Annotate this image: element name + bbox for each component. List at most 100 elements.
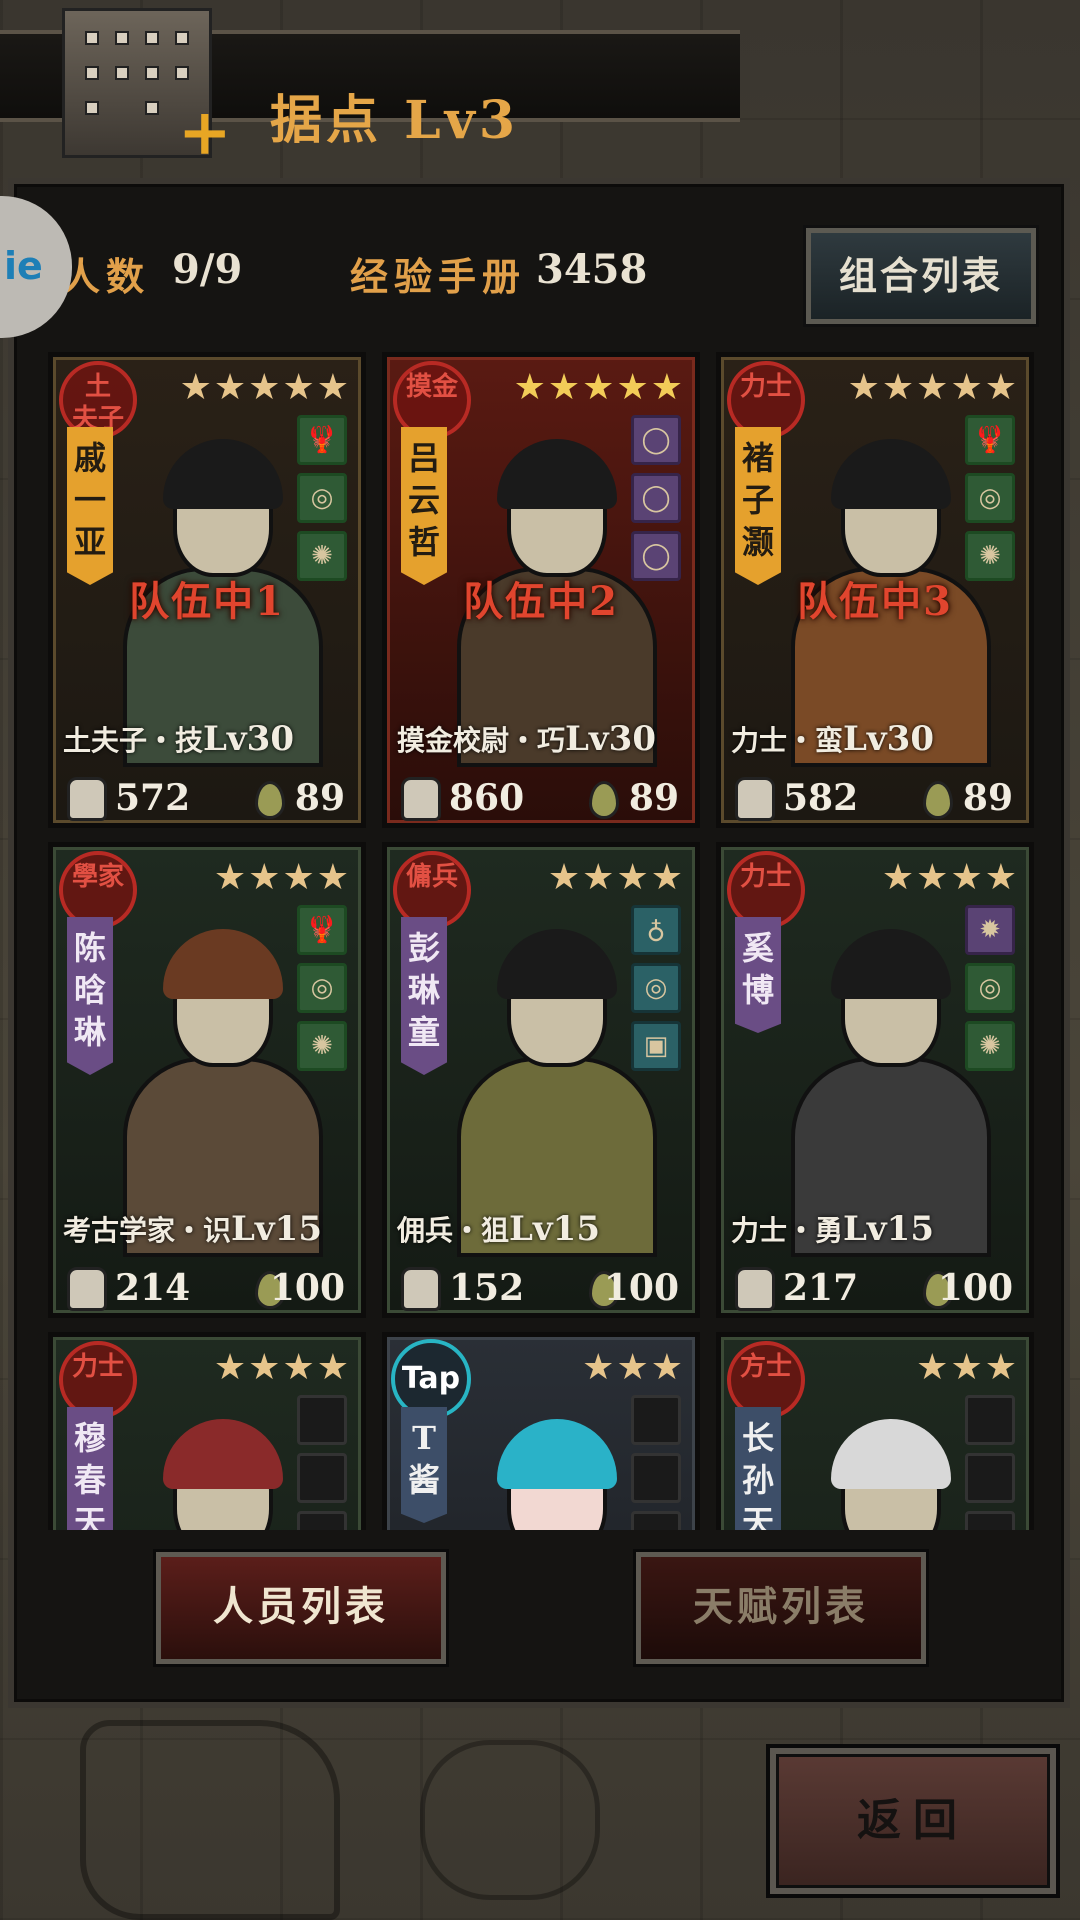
character-name: 陈晗琳 [67,917,113,1075]
stamina-drop-icon [923,781,953,819]
character-name: 戚一亚 [67,427,113,585]
class-level: 土夫子・技Lv30 [63,719,351,759]
power-value: 152 [449,1267,525,1309]
equipment-slot[interactable]: 🦞 [297,905,347,955]
equipment-slot[interactable]: ◯ [631,415,681,465]
equipment-slot[interactable] [965,1395,1015,1445]
character-grid: 土夫子 ★★★★★ 戚一亚 🦞 ◎ ✺ 队伍中1 土夫子・技Lv30 572 8… [48,352,1034,1530]
personnel-list-button[interactable]: 人员列表 [156,1552,446,1664]
power-value: 214 [115,1267,191,1309]
page-title: 据点 Lv3 [270,90,520,151]
star-rating: ★★★★★ [513,367,685,408]
exp-manual-label: 经验手册 [350,254,527,299]
equipment-slot[interactable] [297,1453,347,1503]
equipment-slots: 🦞 ◎ ✺ [297,905,347,1079]
equipment-slot[interactable]: ✺ [965,1021,1015,1071]
character-card[interactable]: Tap ★★★ T酱 [382,1332,700,1530]
equipment-slot[interactable] [297,1511,347,1530]
star-rating: ★★★ [582,1347,685,1388]
character-card[interactable]: 摸金 ★★★★★ 吕云哲 ◯ ◯ ◯ 队伍中2 摸金校尉・巧Lv30 860 8… [382,352,700,828]
equipment-slot[interactable]: ▣ [631,1021,681,1071]
character-class: 力士・勇 [731,1214,844,1247]
team-status: 队伍中3 [797,578,953,625]
character-class: 力士・蛮 [731,724,844,757]
character-name: 奚博 [735,917,781,1033]
side-tab-label: ie [4,244,43,288]
character-card[interactable]: 力士 ★★★★ 穆春天 [48,1332,366,1530]
character-card[interactable]: 學家 ★★★★ 陈晗琳 🦞 ◎ ✺ 考古学家・识Lv15 214 100 [48,842,366,1318]
star-rating: ★★★★★ [179,367,351,408]
equipment-slot[interactable]: ◎ [297,963,347,1013]
power-value: 217 [783,1267,859,1309]
stamina-value: 100 [937,1267,1013,1309]
character-level: Lv15 [509,1209,600,1249]
character-card[interactable]: 土夫子 ★★★★★ 戚一亚 🦞 ◎ ✺ 队伍中1 土夫子・技Lv30 572 8… [48,352,366,828]
equipment-slot[interactable] [631,1511,681,1530]
star-rating: ★★★★ [547,857,685,898]
character-name: 褚子灏 [735,427,781,585]
character-card[interactable]: 方士 ★★★ 长孙天 [716,1332,1034,1530]
star-rating: ★★★★ [213,857,351,898]
character-stats: 860 89 [397,777,685,823]
equipment-slot[interactable]: ◎ [965,963,1015,1013]
equipment-slots: 🦞 ◎ ✺ [965,415,1015,589]
character-level: Lv15 [231,1209,322,1249]
upgrade-plus-icon[interactable]: + [178,101,232,165]
equipment-slot[interactable]: ◎ [297,473,347,523]
talent-list-button[interactable]: 天赋列表 [636,1552,926,1664]
character-class: 佣兵・狙 [397,1214,510,1247]
equipment-slot[interactable]: ◯ [631,473,681,523]
stamina-value: 89 [962,777,1013,819]
fist-icon [67,777,107,821]
equipment-slot[interactable]: 🦞 [965,415,1015,465]
character-level: Lv30 [203,719,294,759]
character-name: 吕云哲 [401,427,447,585]
equipment-slot[interactable] [297,1395,347,1445]
equipment-slots [297,1395,347,1530]
combo-list-button[interactable]: 组合列表 [806,228,1036,324]
team-status: 队伍中2 [463,578,619,625]
equipment-slot[interactable] [965,1453,1015,1503]
stamina-value: 100 [269,1267,345,1309]
equipment-slot[interactable]: ♁ [631,905,681,955]
equipment-slot[interactable] [965,1511,1015,1530]
character-class: 摸金校尉・巧 [397,724,566,757]
equipment-slot[interactable]: ◎ [631,963,681,1013]
background-sketch [420,1740,600,1900]
character-level: Lv30 [843,719,934,759]
fist-icon [67,1267,107,1311]
equipment-slot[interactable] [631,1453,681,1503]
equipment-slot[interactable]: ✺ [297,1021,347,1071]
class-level: 力士・蛮Lv30 [731,719,1019,759]
character-name: 穆春天 [67,1407,113,1530]
exp-manual-value: 3458 [536,246,648,293]
class-level: 力士・勇Lv15 [731,1209,1019,1249]
character-card[interactable]: 力士 ★★★★★ 褚子灏 🦞 ◎ ✺ 队伍中3 力士・蛮Lv30 582 89 [716,352,1034,828]
equipment-slots: 🦞 ◎ ✺ [297,415,347,589]
equipment-slot[interactable]: ◎ [965,473,1015,523]
class-level: 考古学家・识Lv15 [63,1209,351,1249]
character-stats: 214 100 [63,1267,351,1313]
people-count-value: 9/9 [172,246,243,293]
character-card[interactable]: 力士 ★★★★ 奚博 ✹ ◎ ✺ 力士・勇Lv15 217 100 [716,842,1034,1318]
character-level: Lv15 [843,1209,934,1249]
stamina-drop-icon [255,781,285,819]
class-level: 摸金校尉・巧Lv30 [397,719,685,759]
power-value: 582 [783,777,859,819]
fist-icon [735,777,775,821]
equipment-slot[interactable] [631,1395,681,1445]
stamina-value: 89 [294,777,345,819]
equipment-slot[interactable]: 🦞 [297,415,347,465]
character-stats: 582 89 [731,777,1019,823]
back-button[interactable]: 返回 [770,1748,1056,1894]
star-rating: ★★★★ [213,1347,351,1388]
character-name: 长孙天 [735,1407,781,1530]
equipment-slot[interactable]: ✹ [965,905,1015,955]
stamina-drop-icon [589,781,619,819]
star-rating: ★★★★★ [847,367,1019,408]
team-status: 队伍中1 [129,578,285,625]
character-class: 考古学家・识 [63,1214,232,1247]
character-card[interactable]: 傭兵 ★★★★ 彭琳童 ♁ ◎ ▣ 佣兵・狙Lv15 152 100 [382,842,700,1318]
character-stats: 152 100 [397,1267,685,1313]
character-name: T酱 [401,1407,447,1523]
